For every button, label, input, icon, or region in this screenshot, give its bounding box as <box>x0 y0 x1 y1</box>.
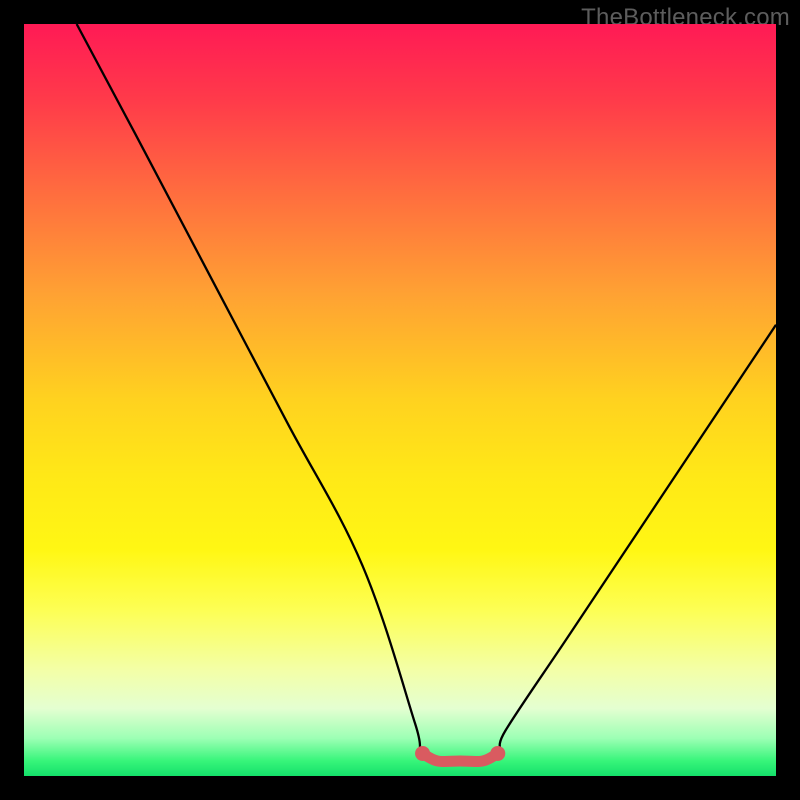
optimal-range-underline <box>423 753 498 761</box>
optimal-range-endpoint <box>490 746 505 761</box>
chart-stage: TheBottleneck.com <box>0 0 800 800</box>
optimal-range-endpoint <box>415 746 430 761</box>
chart-svg <box>24 24 776 776</box>
plot-area <box>24 24 776 776</box>
bottleneck-curve <box>77 24 776 761</box>
